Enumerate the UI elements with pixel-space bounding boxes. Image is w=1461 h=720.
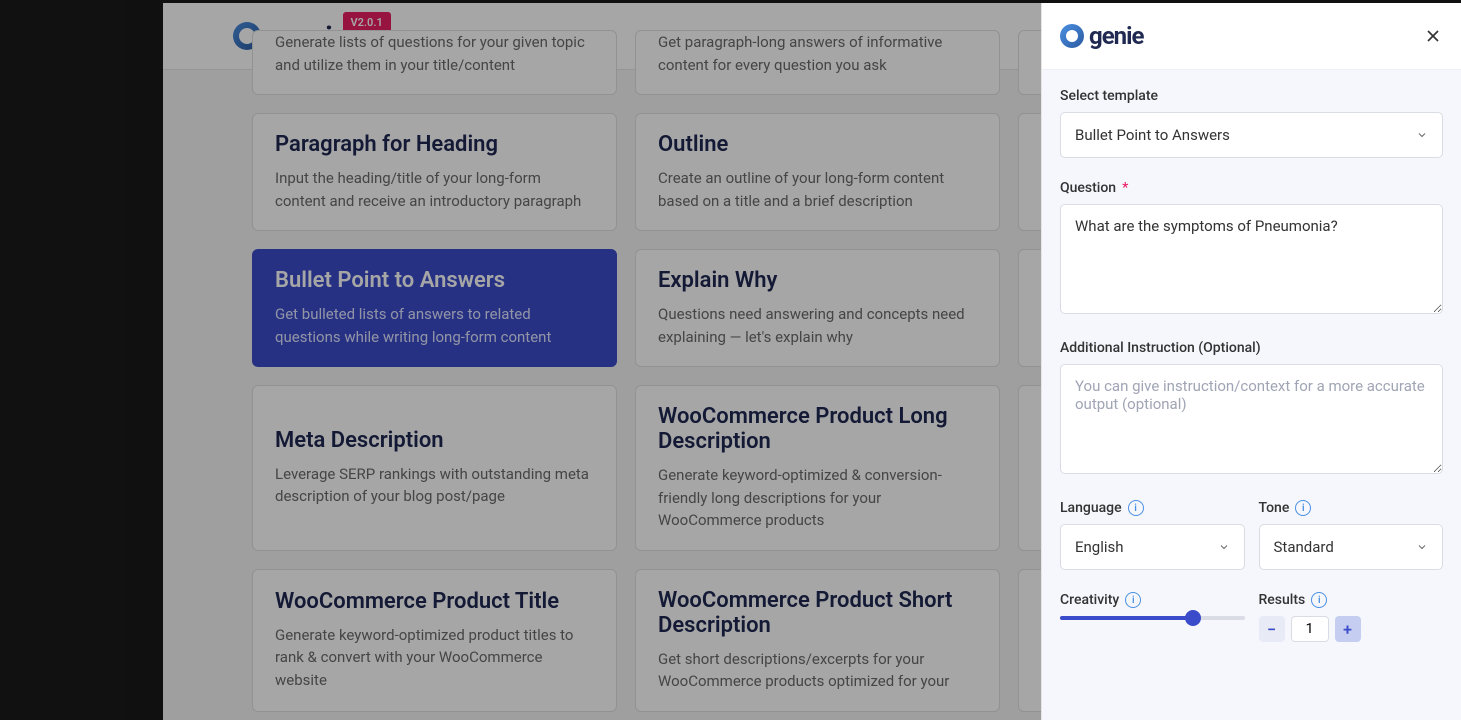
results-input[interactable] (1291, 616, 1329, 642)
language-select[interactable]: English (1060, 524, 1245, 570)
info-icon[interactable]: i (1295, 500, 1311, 516)
panel-brand-name: genie (1089, 22, 1143, 50)
additional-instruction-input[interactable] (1060, 364, 1443, 474)
chevron-down-icon (1218, 541, 1230, 553)
tone-value: Standard (1274, 538, 1334, 556)
required-indicator: * (1122, 180, 1128, 196)
decrement-button[interactable]: − (1259, 616, 1285, 642)
template-select-value: Bullet Point to Answers (1075, 126, 1230, 144)
question-label: Question * (1060, 180, 1443, 196)
info-icon[interactable]: i (1311, 592, 1327, 608)
select-template-label: Select template (1060, 88, 1443, 104)
language-value: English (1075, 538, 1124, 556)
chevron-down-icon (1416, 129, 1428, 141)
additional-instruction-label: Additional Instruction (Optional) (1060, 340, 1443, 356)
question-input[interactable] (1060, 204, 1443, 314)
tone-select[interactable]: Standard (1259, 524, 1444, 570)
results-label: Results i (1259, 592, 1444, 608)
results-stepper: − + (1259, 616, 1444, 642)
template-select[interactable]: Bullet Point to Answers (1060, 112, 1443, 158)
side-panel: genie Select template Bullet Point to An… (1041, 3, 1461, 720)
panel-brand-logo: genie (1060, 22, 1143, 50)
creativity-label: Creativity i (1060, 592, 1245, 608)
language-label: Language i (1060, 500, 1245, 516)
tone-label: Tone i (1259, 500, 1444, 516)
increment-button[interactable]: + (1335, 616, 1361, 642)
info-icon[interactable]: i (1128, 500, 1144, 516)
genie-icon (1060, 24, 1084, 48)
creativity-slider[interactable] (1060, 616, 1245, 620)
info-icon[interactable]: i (1125, 592, 1141, 608)
slider-thumb[interactable] (1185, 610, 1201, 626)
chevron-down-icon (1416, 541, 1428, 553)
close-icon[interactable] (1423, 26, 1443, 46)
